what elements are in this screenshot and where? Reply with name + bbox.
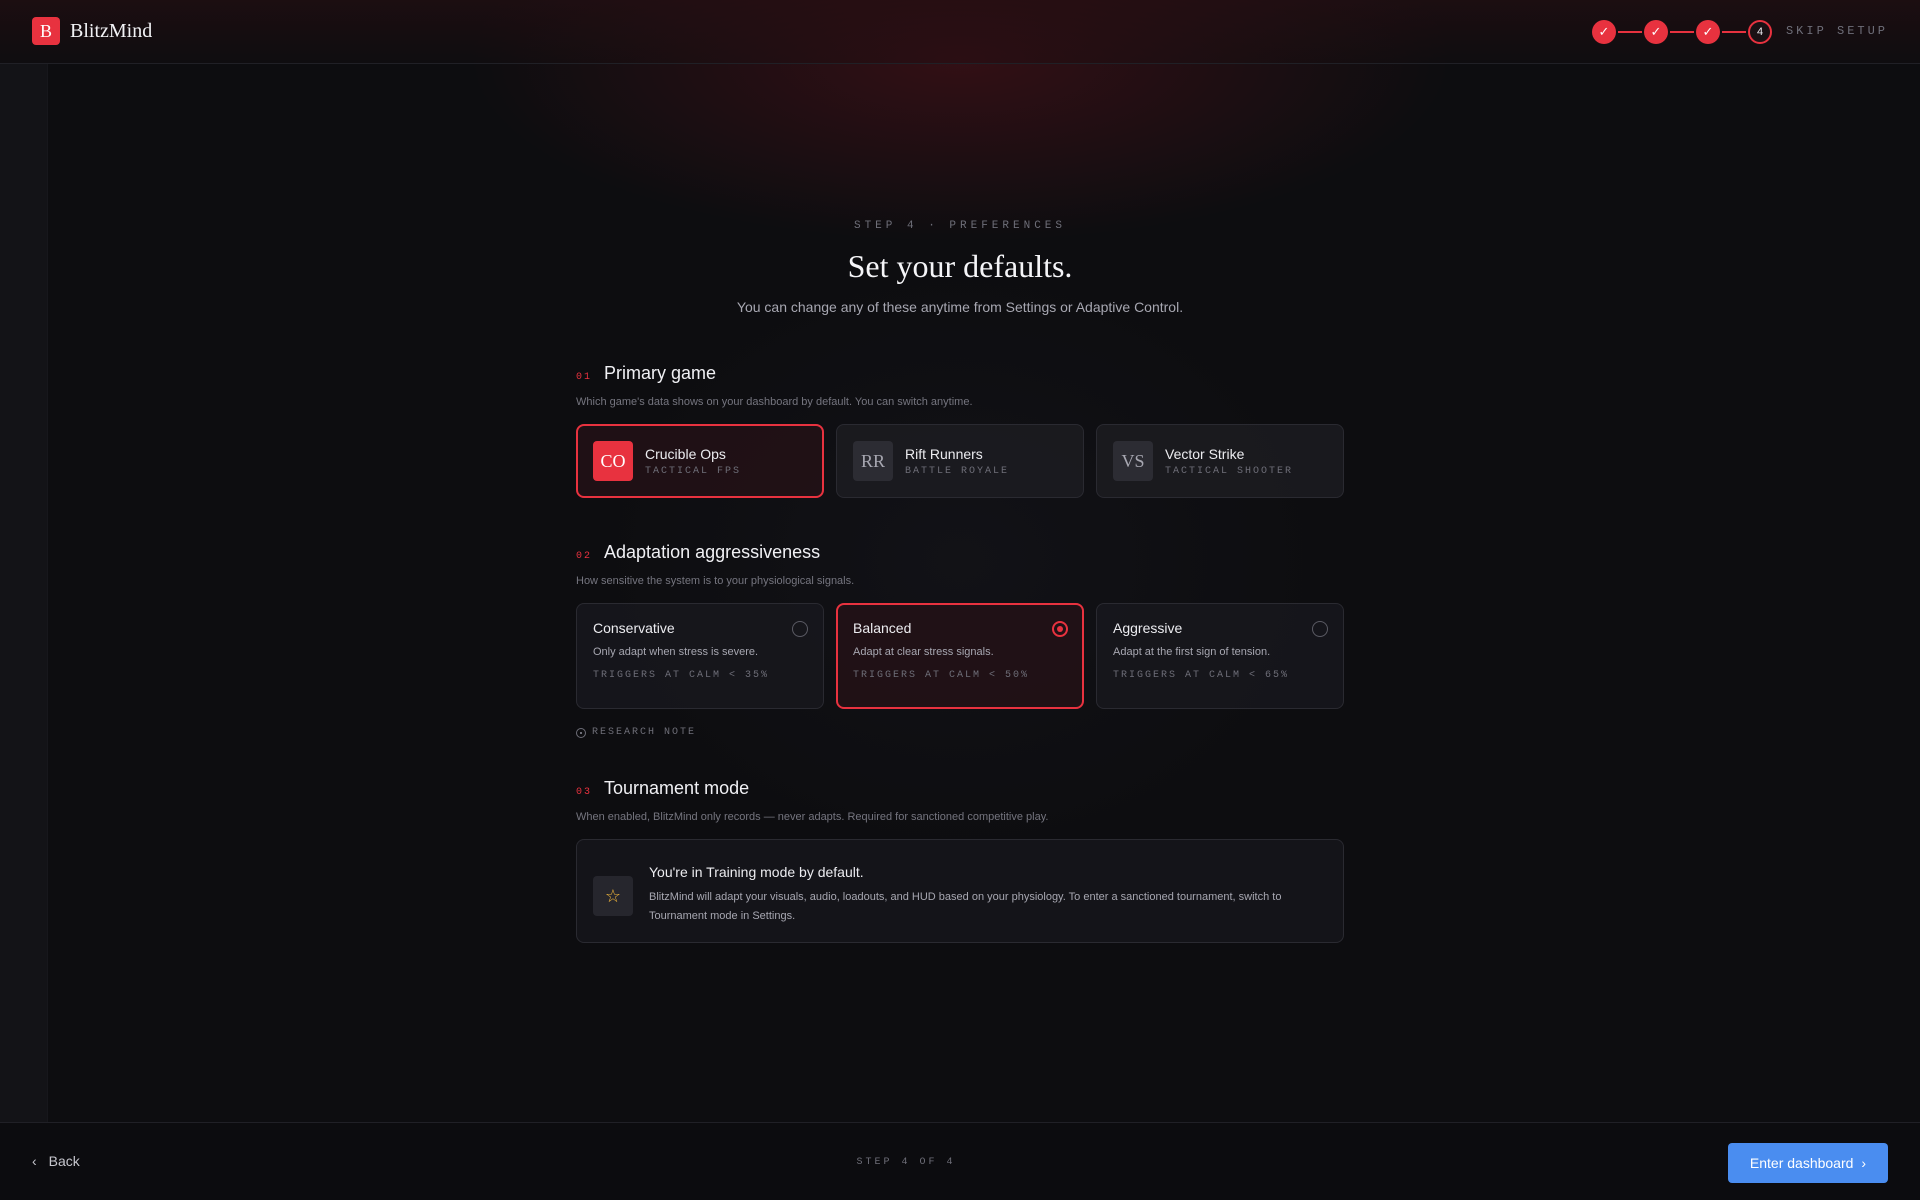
tournament-section: 03 Tournament mode When enabled, BlitzMi…	[576, 778, 1344, 943]
chevron-right-icon: ›	[1861, 1155, 1867, 1171]
enter-dashboard-button[interactable]: Enter dashboard ›	[1728, 1143, 1888, 1183]
notice-description: BlitzMind will adapt your visuals, audio…	[649, 891, 1282, 922]
step-1-complete-icon: ✓	[1592, 20, 1616, 44]
skip-setup-button[interactable]: SKIP SETUP	[1786, 24, 1888, 38]
option-description: Adapt at the first sign of tension.	[1113, 646, 1271, 658]
option-name: Aggressive	[1113, 620, 1183, 636]
preferences-form: STEP 4 · PREFERENCES Set your defaults. …	[576, 220, 1344, 943]
step-connector	[1670, 31, 1694, 33]
option-trigger: TRIGGERS AT CALM < 65%	[1113, 670, 1290, 681]
game-name: Vector Strike	[1165, 445, 1245, 462]
star-icon: ☆	[593, 876, 633, 916]
game-badge: CO	[593, 441, 633, 481]
game-card-rift-runners[interactable]: RR Rift Runners BATTLE ROYALE	[836, 424, 1084, 498]
section-number: 01	[576, 372, 593, 383]
page-subtitle: You can change any of these anytime from…	[736, 299, 1184, 315]
game-badge: RR	[853, 441, 893, 481]
game-genre: TACTICAL FPS	[645, 465, 742, 477]
section-description: Which game's data shows on your dashboar…	[576, 396, 973, 408]
radio-selected-icon[interactable]	[1052, 621, 1068, 637]
step-2-complete-icon: ✓	[1644, 20, 1668, 44]
section-number: 02	[576, 551, 593, 562]
logo-mark: B	[32, 17, 60, 45]
footer-step-indicator: STEP 4 OF 4	[856, 1157, 956, 1168]
training-mode-notice: ☆ You're in Training mode by default. Bl…	[576, 839, 1344, 943]
option-description: Adapt at clear stress signals.	[853, 646, 994, 658]
game-badge: VS	[1113, 441, 1153, 481]
logo[interactable]: B BlitzMind	[32, 17, 152, 45]
step-3-complete-icon: ✓	[1696, 20, 1720, 44]
option-description: Only adapt when stress is severe.	[593, 646, 759, 658]
step-connector	[1618, 31, 1642, 33]
aggressiveness-section: 02 Adaptation aggressiveness How sensiti…	[576, 542, 1344, 738]
option-conservative[interactable]: Conservative Only adapt when stress is s…	[576, 603, 824, 709]
page-title: Set your defaults.	[847, 248, 1073, 284]
game-name: Rift Runners	[905, 445, 983, 462]
option-trigger: TRIGGERS AT CALM < 50%	[853, 670, 1030, 681]
option-trigger: TRIGGERS AT CALM < 35%	[593, 670, 770, 681]
game-card-vector-strike[interactable]: VS Vector Strike TACTICAL SHOOTER	[1096, 424, 1344, 498]
research-note-label: RESEARCH NOTE	[592, 727, 697, 738]
game-genre: TACTICAL SHOOTER	[1165, 465, 1294, 477]
section-title: Adaptation aggressiveness	[604, 542, 821, 562]
section-title: Primary game	[604, 363, 717, 383]
app-name: BlitzMind	[70, 19, 153, 42]
research-note-link[interactable]: RESEARCH NOTE	[576, 727, 1344, 738]
game-card-crucible-ops[interactable]: CO Crucible Ops TACTICAL FPS	[576, 424, 824, 498]
footer-bar: ‹ Back STEP 4 OF 4 Enter dashboard ›	[0, 1122, 1920, 1200]
radio-unselected-icon[interactable]	[792, 621, 808, 637]
option-aggressive[interactable]: Aggressive Adapt at the first sign of te…	[1096, 603, 1344, 709]
top-bar: B BlitzMind ✓ ✓ ✓ 4 SKIP SETUP	[0, 0, 1920, 64]
game-name: Crucible Ops	[645, 445, 726, 462]
game-genre: BATTLE ROYALE	[905, 465, 1010, 477]
section-title: Tournament mode	[604, 778, 750, 798]
primary-game-section: 01 Primary game Which game's data shows …	[576, 363, 1344, 498]
option-balanced[interactable]: Balanced Adapt at clear stress signals. …	[836, 603, 1084, 709]
option-name: Conservative	[593, 620, 675, 636]
option-name: Balanced	[853, 620, 912, 636]
notice-title: You're in Training mode by default.	[649, 864, 864, 880]
step-eyebrow: STEP 4 · PREFERENCES	[853, 220, 1067, 232]
step-connector	[1722, 31, 1746, 33]
info-icon	[576, 727, 586, 738]
step-4-current: 4	[1748, 20, 1772, 44]
section-description: When enabled, BlitzMind only records — n…	[576, 811, 1049, 823]
enter-dashboard-label: Enter dashboard	[1749, 1155, 1854, 1171]
radio-unselected-icon[interactable]	[1312, 621, 1328, 637]
section-description: How sensitive the system is to your phys…	[576, 575, 855, 587]
section-number: 03	[576, 787, 593, 798]
left-rail	[0, 64, 48, 1122]
progress-stepper: ✓ ✓ ✓ 4	[1592, 20, 1772, 44]
